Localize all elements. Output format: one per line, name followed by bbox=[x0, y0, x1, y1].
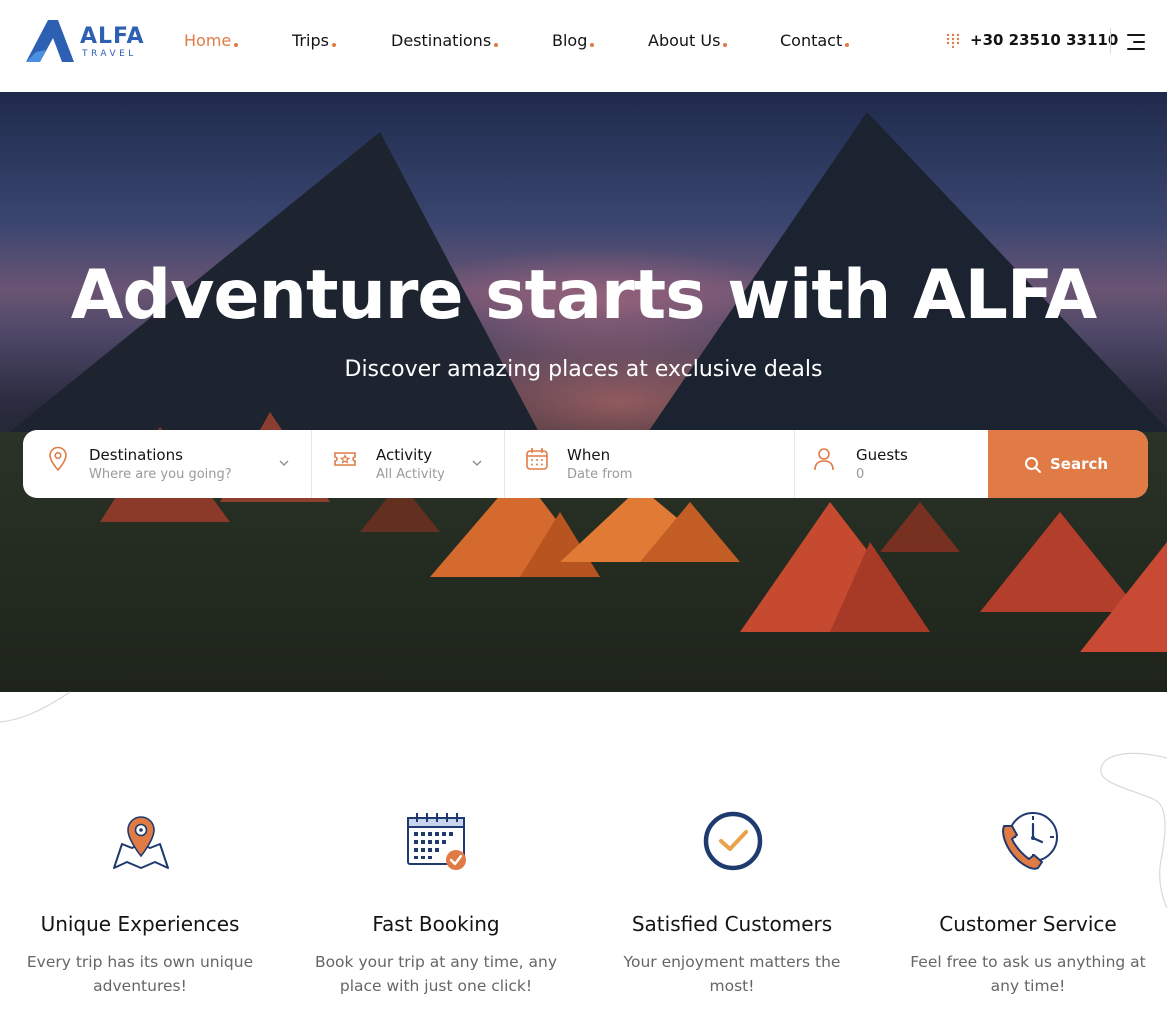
trip-search-form: Destinations Where are you going? Activi… bbox=[23, 430, 1148, 498]
feature-description: Every trip has its own unique adventures… bbox=[26, 953, 254, 995]
feature-description: Feel free to ask us anything at any time… bbox=[910, 953, 1146, 995]
guests-value: 0 bbox=[856, 467, 865, 482]
nav-destinations[interactable]: Destinations bbox=[391, 31, 499, 50]
chevron-down-icon bbox=[472, 460, 482, 466]
hero-subtitle: Discover amazing places at exclusive dea… bbox=[344, 357, 823, 382]
nav-contact-label: Contact bbox=[780, 31, 843, 50]
feature-description: Your enjoyment matters the most! bbox=[623, 953, 841, 995]
guests-field[interactable]: Guests 0 bbox=[795, 430, 988, 498]
nav-home-label: Home bbox=[184, 31, 232, 50]
dialpad-icon bbox=[946, 33, 960, 49]
nav-dot bbox=[494, 43, 499, 47]
site-header: ALFA TRAVEL Home Trips Destinations Blog… bbox=[0, 0, 1167, 92]
check-circle-icon bbox=[703, 811, 763, 871]
logo[interactable]: ALFA TRAVEL bbox=[24, 18, 144, 64]
user-icon bbox=[814, 448, 834, 471]
nav-blog-label: Blog bbox=[552, 31, 588, 50]
activity-value: All Activity bbox=[376, 467, 445, 482]
hamburger-menu-icon[interactable] bbox=[1125, 34, 1145, 50]
destinations-label: Destinations bbox=[89, 446, 183, 464]
search-button-label: Search bbox=[1050, 455, 1109, 473]
when-label: When bbox=[567, 446, 611, 464]
decorative-squiggle bbox=[1100, 752, 1167, 909]
when-value: Date from bbox=[567, 467, 633, 482]
logo-mark-icon bbox=[26, 20, 74, 62]
decorative-squiggle bbox=[0, 691, 71, 723]
search-icon bbox=[1025, 457, 1041, 473]
nav-dot bbox=[723, 43, 728, 47]
nav-about-label: About Us bbox=[648, 31, 721, 50]
nav-blog[interactable]: Blog bbox=[552, 31, 595, 50]
nav-dot bbox=[331, 43, 336, 47]
guests-label: Guests bbox=[856, 446, 908, 464]
nav-trips[interactable]: Trips bbox=[292, 31, 336, 50]
map-location-icon bbox=[113, 816, 169, 869]
nav-dot bbox=[590, 43, 595, 47]
header-divider bbox=[1110, 28, 1111, 54]
destinations-value: Where are you going? bbox=[89, 467, 232, 482]
activity-label: Activity bbox=[376, 446, 433, 464]
phone-clock-icon bbox=[1002, 812, 1058, 870]
calendar-check-icon bbox=[407, 813, 466, 870]
nav-trips-label: Trips bbox=[292, 31, 329, 50]
feature-title: Unique Experiences bbox=[40, 912, 240, 936]
feature-description: Book your trip at any time, any place wi… bbox=[314, 953, 558, 995]
nav-dot bbox=[845, 43, 850, 47]
logo-name: ALFA bbox=[80, 24, 145, 49]
nav-contact[interactable]: Contact bbox=[780, 31, 850, 50]
destinations-field[interactable]: Destinations Where are you going? bbox=[23, 430, 311, 498]
nav-destinations-label: Destinations bbox=[391, 31, 492, 50]
activity-field[interactable]: Activity All Activity bbox=[312, 430, 504, 498]
calendar-icon bbox=[526, 448, 548, 470]
nav-home[interactable]: Home bbox=[184, 31, 239, 50]
phone-number-link[interactable]: +30 23510 33110 bbox=[970, 31, 1118, 49]
nav-about-us[interactable]: About Us bbox=[648, 31, 728, 50]
nav-dot bbox=[234, 43, 239, 47]
map-pin-icon bbox=[49, 446, 67, 472]
feature-title: Satisfied Customers bbox=[631, 912, 833, 936]
feature-title: Customer Service bbox=[939, 912, 1117, 936]
feature-title: Fast Booking bbox=[372, 912, 500, 936]
search-button[interactable]: Search bbox=[988, 430, 1148, 498]
hero-section: Adventure starts with ALFA Discover amaz… bbox=[0, 92, 1167, 692]
chevron-down-icon bbox=[279, 460, 289, 466]
ticket-icon bbox=[334, 452, 356, 466]
logo-tagline: TRAVEL bbox=[82, 49, 137, 59]
when-field[interactable]: When Date from bbox=[505, 430, 793, 498]
hero-title: Adventure starts with ALFA bbox=[70, 256, 1097, 335]
